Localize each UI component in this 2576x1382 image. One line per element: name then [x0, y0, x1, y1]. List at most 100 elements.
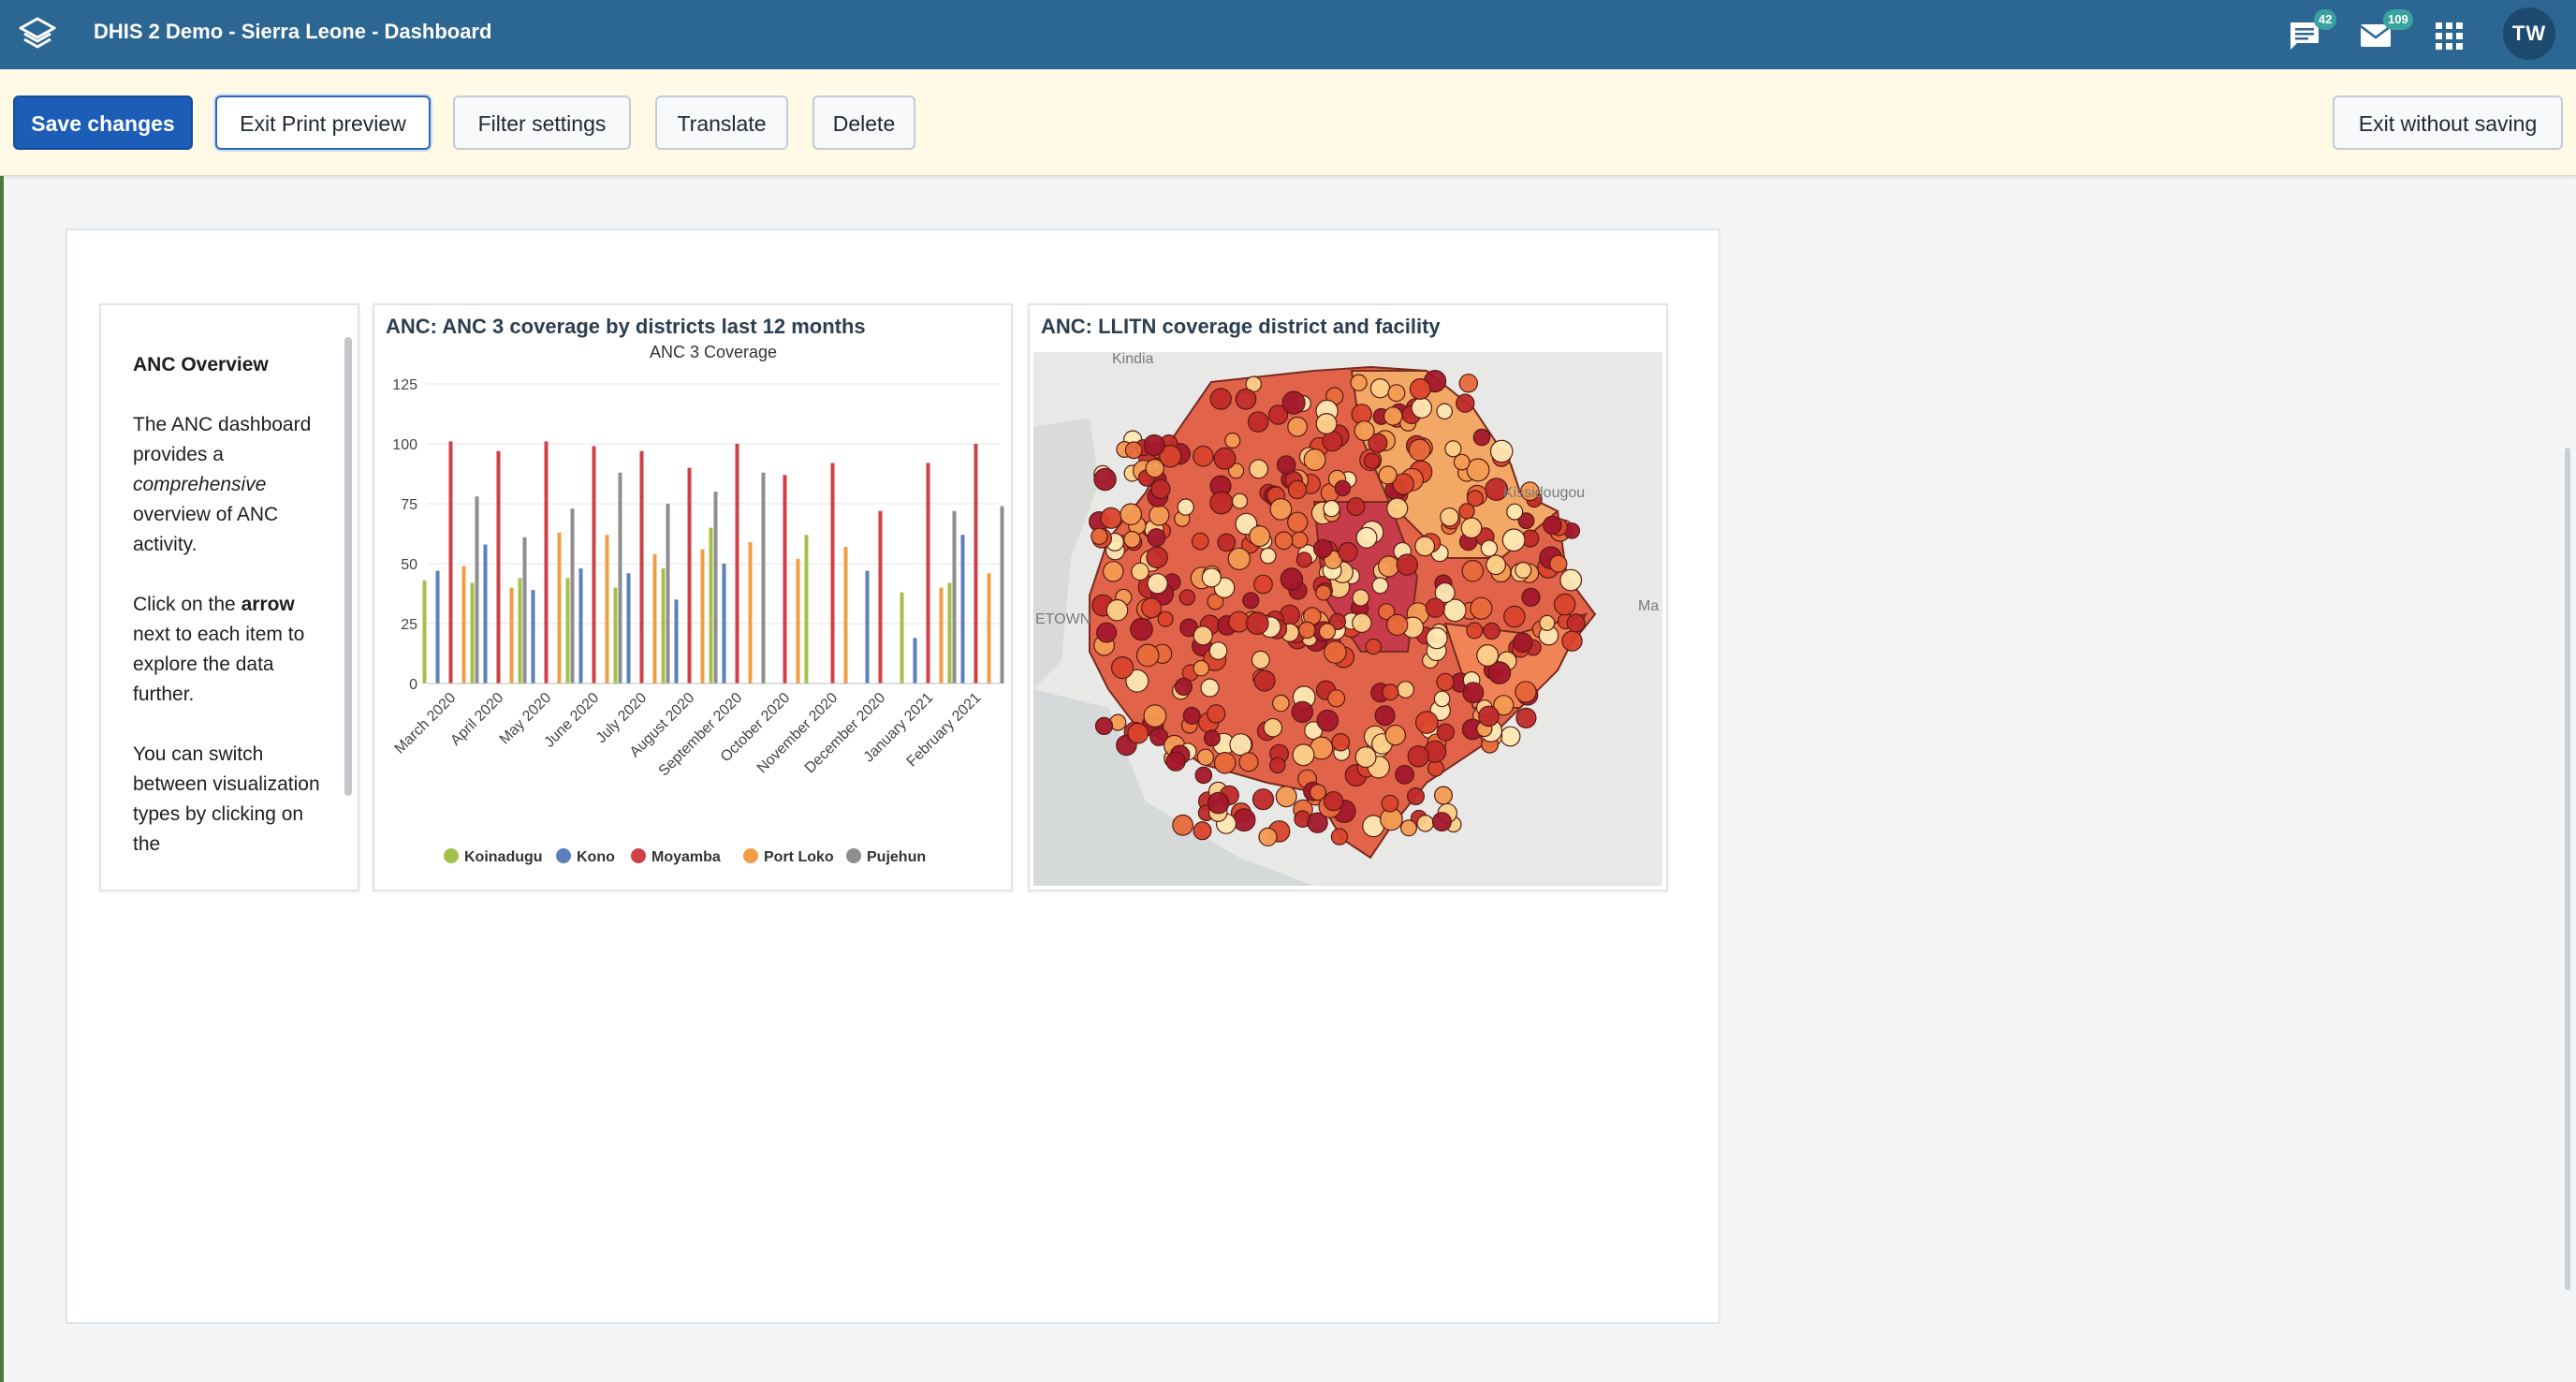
map-item-card: ANC: LLITN coverage district and facilit… [1028, 303, 1668, 891]
facility-point [1093, 467, 1117, 492]
page-scrollbar[interactable] [2565, 448, 2570, 1290]
bar [709, 527, 713, 684]
facility-point [1232, 808, 1256, 832]
email-badge: 109 [2383, 9, 2413, 30]
text-item-card: ANC Overview The ANC dashboard provides … [99, 303, 359, 891]
bar [796, 558, 800, 684]
facility-point [1506, 503, 1524, 521]
bar [475, 496, 479, 684]
facility-point [1350, 374, 1368, 391]
facility-point [1426, 626, 1448, 650]
dhis2-logo-icon[interactable] [17, 13, 58, 54]
facility-point [1387, 384, 1406, 403]
x-tick-label: March 2020 [392, 690, 460, 757]
chart-card-title[interactable]: ANC: ANC 3 coverage by districts last 12… [386, 315, 866, 339]
facility-point [1149, 505, 1170, 526]
facility-point [1461, 559, 1485, 582]
facility-point [1378, 555, 1400, 578]
facility-point [1480, 539, 1499, 557]
facility-point [1182, 706, 1201, 725]
facility-point [1094, 716, 1114, 735]
bar [557, 532, 562, 684]
facility-point [1276, 455, 1296, 475]
exit-without-saving-button[interactable]: Exit without saving [2333, 96, 2563, 150]
facility-point [1268, 757, 1286, 774]
bar [661, 568, 666, 684]
legend-marker [743, 848, 758, 863]
bar [522, 537, 527, 684]
facility-point [1207, 791, 1230, 815]
facility-point [1193, 659, 1210, 677]
facility-point [1327, 689, 1346, 708]
legend-marker [556, 848, 571, 863]
facility-point [1206, 704, 1226, 724]
facility-point [1172, 814, 1194, 836]
facility-point [1409, 378, 1431, 400]
facility-point [1323, 791, 1344, 812]
exit-print-preview-button[interactable]: Exit Print preview [215, 96, 431, 150]
legend-label: Koinadugu [464, 849, 543, 865]
facility-point [1331, 732, 1351, 752]
bar [470, 582, 475, 684]
delete-button[interactable]: Delete [812, 96, 915, 150]
apps-grid-icon[interactable] [2430, 17, 2467, 54]
facility-point [1295, 551, 1312, 568]
bar [613, 587, 618, 684]
text-span: next to each item to explore the data fu… [133, 624, 305, 705]
bar [830, 463, 835, 684]
legend-label: Port Loko [764, 849, 834, 865]
bar [626, 573, 631, 684]
bar [531, 590, 535, 684]
bar [666, 504, 670, 684]
facility-point [1253, 669, 1276, 692]
facility-point [1258, 827, 1278, 847]
facility-point [1515, 707, 1537, 728]
facility-point [1291, 531, 1309, 549]
top-header-bar: DHIS 2 Demo - Sierra Leone - Dashboard 4… [0, 0, 2576, 69]
facility-point [1231, 493, 1249, 509]
facility-point [1287, 511, 1309, 533]
facility-point [1312, 538, 1333, 559]
facility-point [1323, 499, 1340, 518]
chart-item-card: ANC: ANC 3 coverage by districts last 12… [373, 303, 1013, 891]
facility-point [1297, 621, 1316, 640]
facility-point [1209, 388, 1232, 410]
facility-point [1330, 828, 1349, 845]
facility-point [1201, 567, 1222, 588]
facility-point [1100, 507, 1122, 529]
facility-point [1431, 812, 1452, 832]
bar [674, 599, 679, 684]
map-card-title[interactable]: ANC: LLITN coverage district and facilit… [1041, 315, 1441, 339]
facility-point [1251, 788, 1275, 811]
facility-point [1090, 527, 1108, 545]
facility-point [1411, 397, 1433, 419]
facility-point [1096, 622, 1118, 643]
facility-point [1440, 507, 1459, 527]
facility-point [1365, 638, 1382, 655]
facility-point [1193, 445, 1214, 467]
facility-point [1381, 794, 1399, 813]
facility-point [1416, 814, 1434, 832]
facility-point [1466, 458, 1490, 482]
bar [544, 441, 549, 684]
text-card-scrollbar[interactable] [344, 337, 352, 796]
legend-marker [846, 848, 861, 863]
filter-settings-button[interactable]: Filter settings [453, 96, 631, 150]
facility-point [1396, 553, 1418, 576]
translate-button[interactable]: Translate [655, 96, 788, 150]
bar [1000, 506, 1004, 684]
text-paragraph: Click on the arrow next to each item to … [133, 590, 329, 710]
facility-point [1478, 705, 1500, 728]
facility-point [1303, 448, 1326, 471]
text-span: The ANC dashboard provides a [133, 414, 312, 465]
facility-point [1436, 723, 1455, 742]
user-avatar[interactable]: TW [2503, 7, 2555, 60]
bar [913, 638, 917, 684]
save-changes-button[interactable]: Save changes [13, 96, 193, 150]
y-tick-label: 25 [401, 617, 417, 633]
bar [973, 444, 978, 684]
text-paragraph: The ANC dashboard provides a comprehensi… [133, 410, 329, 560]
facility-point [1235, 388, 1257, 410]
bar [592, 446, 596, 684]
facility-point [1503, 605, 1526, 628]
